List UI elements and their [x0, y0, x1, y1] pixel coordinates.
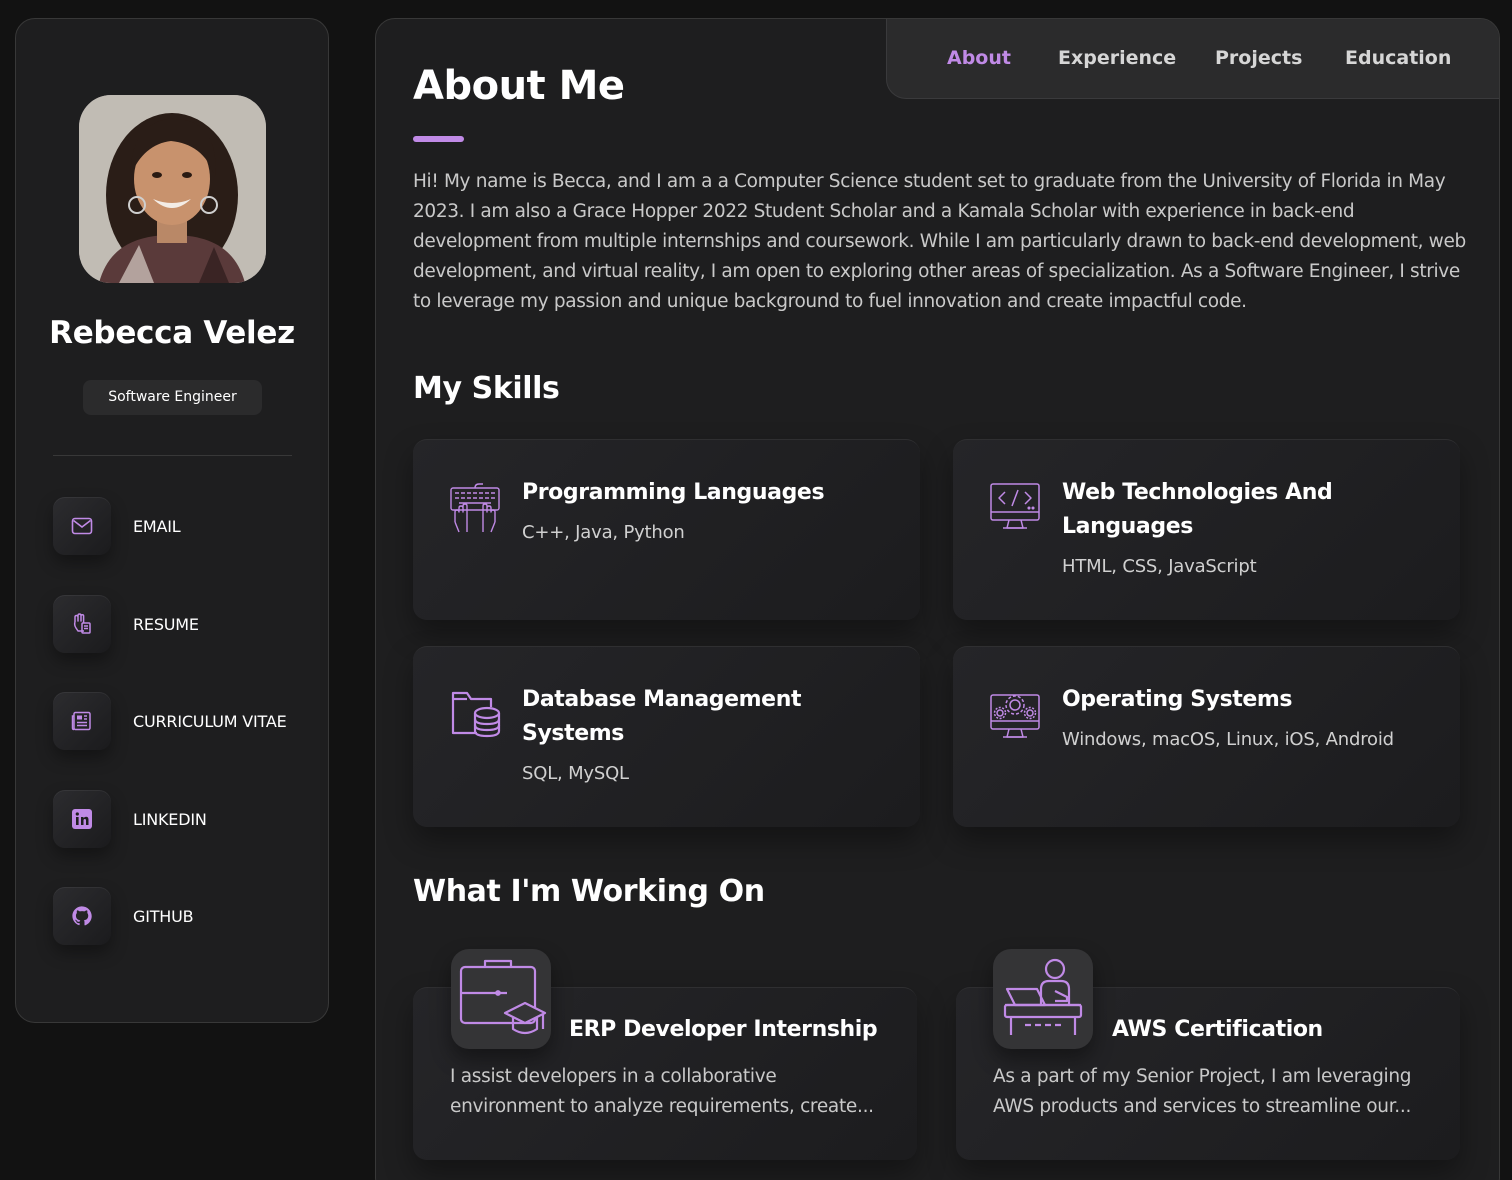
page-title: About Me	[413, 63, 625, 109]
contact-github-label: GITHUB	[133, 906, 194, 926]
newspaper-icon	[53, 692, 111, 750]
working-heading: What I'm Working On	[413, 874, 765, 909]
nav-education[interactable]: Education	[1345, 19, 1451, 98]
skill-card-programming: Programming Languages C++, Java, Python	[413, 439, 920, 620]
skill-desc: Windows, macOS, Linux, iOS, Android	[1062, 729, 1394, 750]
skill-title: Operating Systems	[1062, 687, 1293, 712]
skill-title: Web Technologies And Languages	[1062, 480, 1333, 539]
skill-desc: C++, Java, Python	[522, 522, 685, 543]
avatar	[79, 95, 266, 283]
contact-cv[interactable]: CURRICULUM VITAE	[53, 692, 313, 750]
person-laptop-icon	[993, 949, 1093, 1049]
skill-card-os: Operating Systems Windows, macOS, Linux,…	[953, 646, 1460, 827]
work-title: ERP Developer Internship	[569, 1017, 878, 1042]
work-desc: I assist developers in a collaborative e…	[450, 1066, 874, 1117]
skill-desc: SQL, MySQL	[522, 763, 629, 784]
skill-card-database: Database Management Systems SQL, MySQL	[413, 646, 920, 827]
work-desc: As a part of my Senior Project, I am lev…	[993, 1066, 1412, 1117]
main-panel: About Experience Projects Education Abou…	[375, 18, 1500, 1180]
role-badge: Software Engineer	[83, 380, 262, 415]
contact-linkedin-label: LINKEDIN	[133, 809, 207, 829]
keyboard-hands-icon	[449, 482, 501, 540]
skills-heading: My Skills	[413, 371, 560, 406]
skill-desc: HTML, CSS, JavaScript	[1062, 556, 1257, 577]
work-title: AWS Certification	[1112, 1017, 1323, 1042]
profile-name: Rebecca Velez	[49, 315, 295, 351]
hand-document-icon	[53, 595, 111, 653]
code-monitor-icon	[989, 482, 1041, 540]
github-icon	[53, 887, 111, 945]
briefcase-graduation-icon	[451, 949, 551, 1049]
contact-email-label: EMAIL	[133, 516, 181, 536]
nav-projects[interactable]: Projects	[1215, 19, 1302, 98]
linkedin-icon	[53, 790, 111, 848]
about-text: Hi! My name is Becca, and I am a a Compu…	[413, 171, 1466, 312]
contact-cv-label: CURRICULUM VITAE	[133, 711, 287, 731]
nav-about[interactable]: About	[947, 19, 1011, 98]
contact-resume[interactable]: RESUME	[53, 595, 313, 653]
skill-title: Database Management Systems	[522, 687, 802, 746]
skill-title: Programming Languages	[522, 480, 825, 505]
top-navbar: About Experience Projects Education	[886, 19, 1499, 99]
nav-experience[interactable]: Experience	[1058, 19, 1176, 98]
mail-icon	[53, 497, 111, 555]
contact-resume-label: RESUME	[133, 614, 199, 634]
contact-github[interactable]: GITHUB	[53, 887, 313, 945]
title-underline	[413, 136, 464, 142]
skill-card-web: Web Technologies And Languages HTML, CSS…	[953, 439, 1460, 620]
contact-email[interactable]: EMAIL	[53, 497, 313, 555]
monitor-gear-icon	[989, 689, 1041, 747]
folder-database-icon	[449, 689, 501, 747]
profile-sidebar: Rebecca Velez Software Engineer EMAIL RE…	[15, 18, 329, 1023]
sidebar-divider	[53, 455, 292, 456]
contact-linkedin[interactable]: LINKEDIN	[53, 790, 313, 848]
